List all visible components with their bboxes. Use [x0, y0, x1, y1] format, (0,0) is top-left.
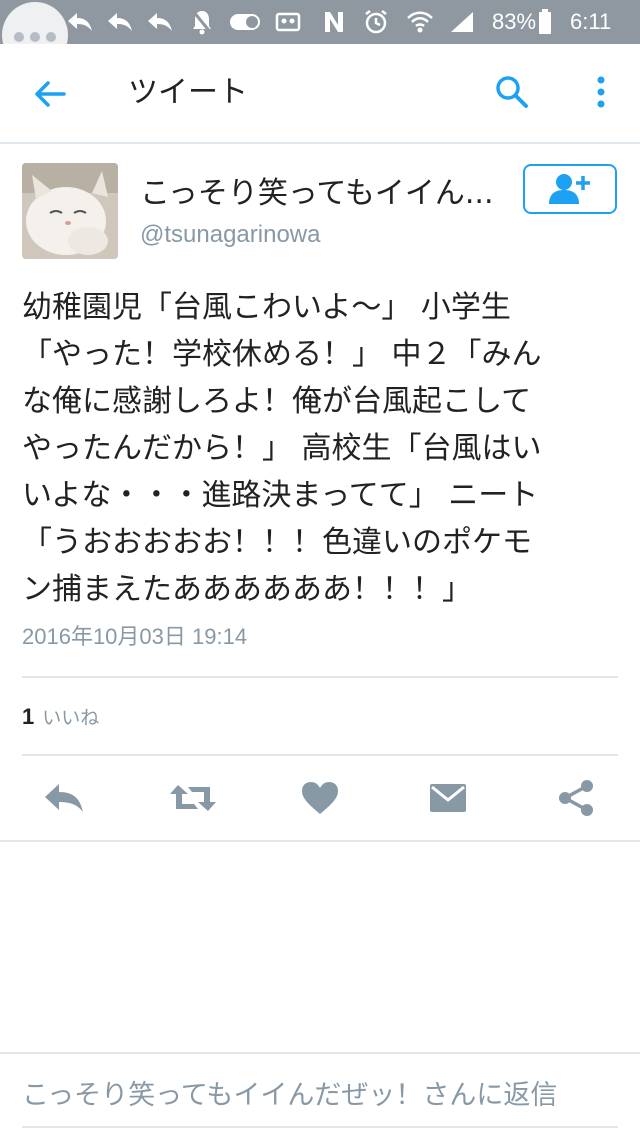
back-button[interactable]: [30, 74, 70, 114]
search-button[interactable]: [492, 72, 532, 112]
direct-message-button[interactable]: [426, 776, 470, 820]
n-icon: [320, 8, 348, 36]
reply-icon: [146, 8, 174, 36]
heart-icon: [302, 782, 338, 814]
reply-icon: [45, 784, 83, 812]
divider: [22, 676, 618, 678]
reply-underline: [22, 1126, 618, 1128]
reply-icon: [106, 8, 134, 36]
voicemail-icon: [274, 8, 302, 36]
divider: [0, 840, 640, 842]
add-user-icon: [549, 174, 590, 204]
wifi-icon: [406, 8, 434, 36]
battery-icon: [536, 8, 554, 36]
tweet-timestamp: 2016年10月03日 19:14: [22, 624, 248, 649]
mute-icon: [188, 8, 216, 36]
like-button[interactable]: [298, 776, 342, 820]
clock: 6:11: [570, 9, 612, 34]
tweet-text: 幼稚園児「台風こわいよ〜」 小学生 「やった！学校休める！」 中２「みん な俺に…: [22, 290, 542, 607]
more-options-button[interactable]: [588, 72, 614, 112]
avatar[interactable]: [22, 163, 118, 259]
likes-summary[interactable]: 1 いいね: [22, 700, 99, 736]
likes-count: 1: [22, 704, 35, 729]
retweet-icon: [170, 785, 216, 811]
mail-icon: [430, 784, 466, 812]
app-bar: ツイート: [0, 44, 640, 144]
toggle-icon: [228, 8, 262, 36]
share-icon: [559, 780, 593, 816]
battery-percent: 83%: [492, 9, 537, 34]
reply-button[interactable]: [42, 776, 86, 820]
likes-label: いいね: [42, 707, 100, 729]
signal-icon: [448, 8, 476, 36]
retweet-button[interactable]: [168, 776, 218, 820]
reply-icon: [66, 8, 94, 36]
reply-input[interactable]: こっそり笑ってもイイんだぜッ！さんに返信: [22, 1076, 557, 1116]
arrow-left-icon: [35, 81, 66, 107]
display-name[interactable]: こっそり笑ってもイイん...: [140, 174, 494, 214]
search-icon: [496, 76, 528, 108]
alarm-icon: [362, 8, 390, 36]
share-button[interactable]: [554, 776, 598, 820]
divider: [22, 754, 618, 756]
more-vertical-icon: [597, 76, 605, 108]
user-handle[interactable]: @tsunagarinowa: [140, 218, 320, 252]
page-title: ツイート: [128, 75, 248, 110]
follow-button[interactable]: [523, 164, 617, 214]
status-bar: 83% 6:11: [0, 0, 640, 68]
